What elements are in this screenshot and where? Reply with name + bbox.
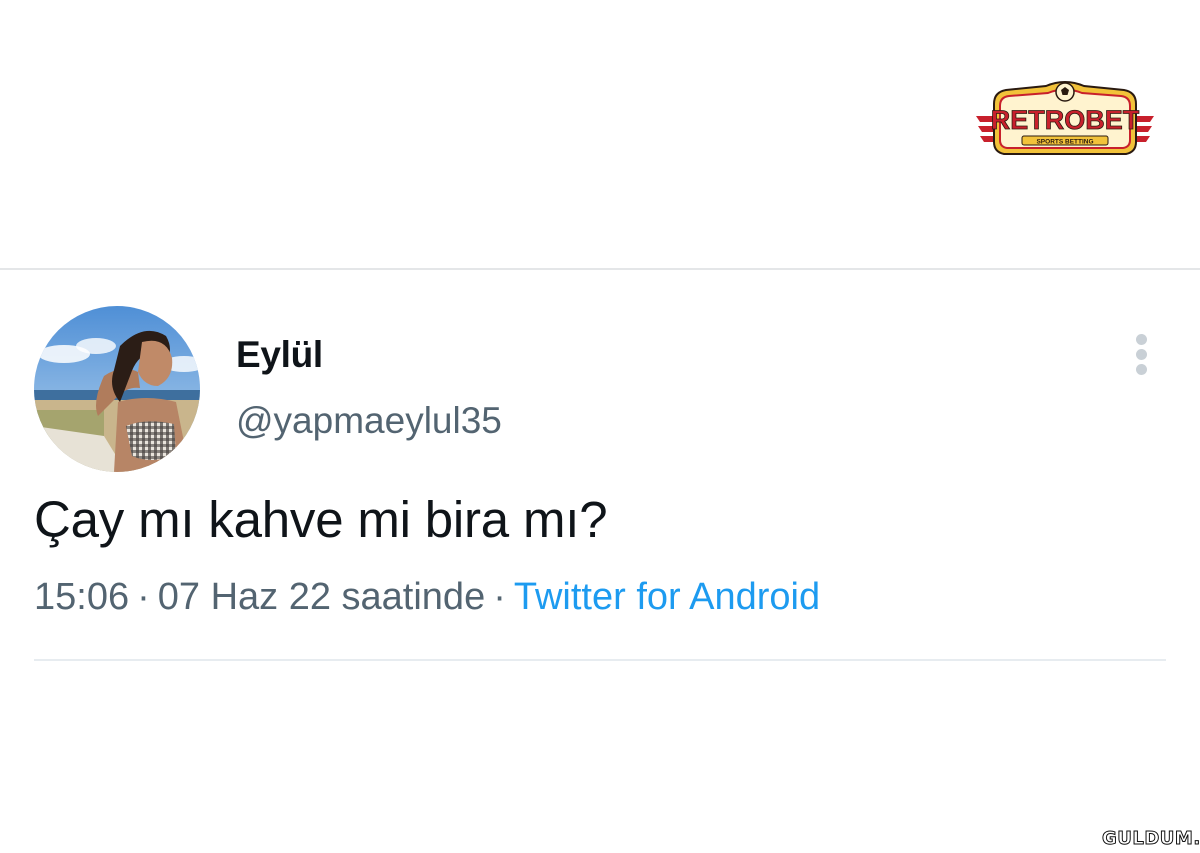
- meta-separator: ·: [493, 576, 506, 618]
- menu-dot: [1136, 334, 1147, 345]
- tweet-metadata: 15:06 · 07 Haz 22 saatinde · Twitter for And…: [34, 576, 820, 619]
- meta-separator: ·: [137, 576, 150, 618]
- top-divider: [0, 268, 1200, 270]
- more-vertical-icon[interactable]: [1128, 334, 1156, 378]
- menu-dot: [1136, 349, 1147, 360]
- tweet-time[interactable]: 15:06: [34, 576, 129, 618]
- display-name[interactable]: Eylül: [236, 334, 323, 376]
- menu-dot: [1136, 364, 1147, 375]
- tweet-source-link[interactable]: Twitter for Android: [514, 576, 820, 618]
- tweet-text: Çay mı kahve mi bira mı?: [34, 491, 608, 548]
- tweet-date[interactable]: 07 Haz 22 saatinde: [158, 576, 485, 618]
- logo-wordmark: RETROBET: [991, 105, 1140, 135]
- avatar[interactable]: [34, 306, 200, 472]
- bottom-divider: [34, 659, 1166, 661]
- user-handle[interactable]: @yapmaeylul35: [236, 400, 502, 442]
- site-watermark: GULDUM.NET: [1102, 828, 1200, 850]
- logo-tagline: SPORTS BETTING: [1036, 139, 1093, 146]
- retrobet-logo: RETROBET SPORTS BETTING: [976, 78, 1154, 158]
